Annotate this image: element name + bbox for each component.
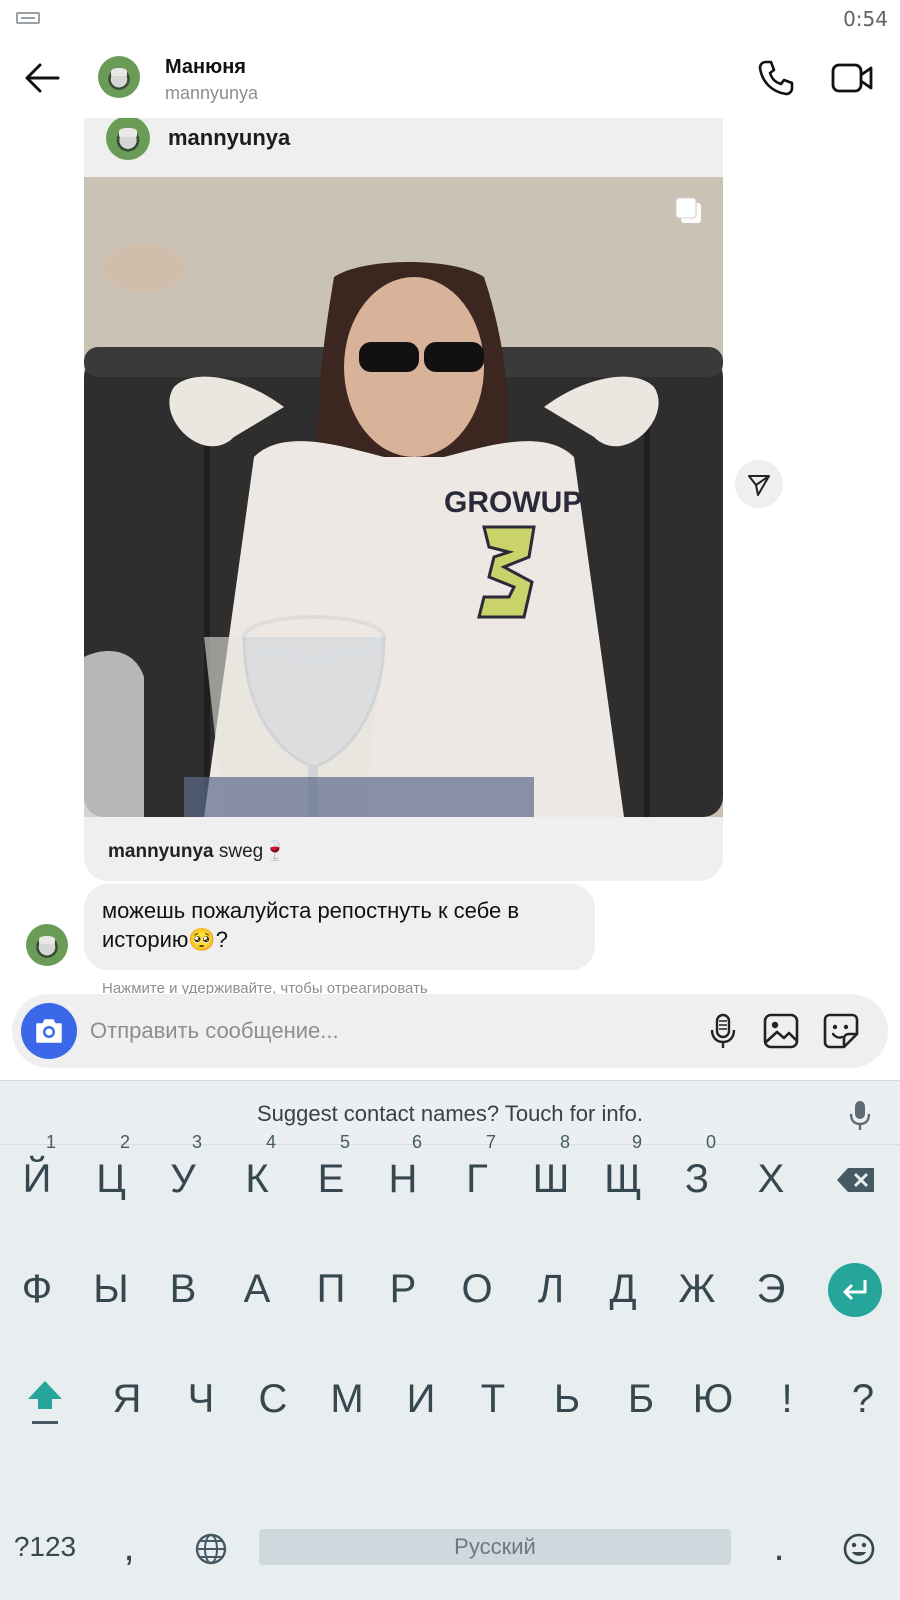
status-clock: 0:54 — [843, 7, 888, 31]
key-row1-5[interactable]: Е5 — [294, 1129, 368, 1229]
post-author-name: mannyunya — [168, 125, 291, 150]
globe-icon — [195, 1533, 227, 1565]
key-row2-1[interactable]: Ф — [0, 1239, 74, 1339]
key-row2-10[interactable]: Ж — [660, 1239, 734, 1339]
emoji-key[interactable] — [822, 1497, 896, 1597]
post-photo-illustration: GROWUP — [84, 177, 723, 817]
voice-message-button[interactable] — [704, 1012, 742, 1050]
post-header[interactable]: mannyunya — [84, 118, 723, 177]
post-caption-box: mannyunya sweg🍷 — [84, 817, 723, 881]
key-row3-8[interactable]: Б — [604, 1349, 678, 1449]
post-caption-text: sweg🍷 — [218, 841, 287, 862]
on-screen-keyboard: Suggest contact names? Touch for info. Й… — [0, 1080, 900, 1600]
backspace-icon — [837, 1168, 874, 1192]
key-row3-7[interactable]: Ь — [530, 1349, 604, 1449]
key-row1-4[interactable]: К4 — [220, 1129, 294, 1229]
video-call-button[interactable] — [830, 58, 874, 98]
symbols-key[interactable]: ?123 — [8, 1497, 82, 1597]
period-key[interactable]: . — [742, 1497, 816, 1597]
key-row1-11[interactable]: Х — [734, 1129, 808, 1229]
key-row3-6[interactable]: Т — [456, 1349, 530, 1449]
key-row1-2[interactable]: Ц2 — [74, 1129, 148, 1229]
space-key[interactable]: Русский — [259, 1529, 731, 1565]
chat-header: Манюня mannyunya — [0, 40, 900, 118]
sticker-button[interactable] — [822, 1012, 860, 1050]
post-caption-user: mannyunya — [108, 841, 214, 862]
key-row1-9[interactable]: Щ9 — [586, 1129, 660, 1229]
key-row2-2[interactable]: Ы — [74, 1239, 148, 1339]
camera-icon — [36, 1019, 62, 1043]
key-row2-6[interactable]: Р — [366, 1239, 440, 1339]
contact-username[interactable]: mannyunya — [165, 83, 258, 104]
key-row3-2[interactable]: Ч — [164, 1349, 238, 1449]
language-key[interactable] — [174, 1497, 248, 1597]
key-row1-8[interactable]: Ш8 — [514, 1129, 588, 1229]
shift-key[interactable] — [8, 1349, 82, 1449]
share-icon — [748, 475, 770, 496]
message-input[interactable] — [90, 1014, 670, 1048]
suggestion-text[interactable]: Suggest contact names? Touch for info. — [0, 1101, 900, 1127]
key-row2-5[interactable]: П — [294, 1239, 368, 1339]
reaction-hint: Нажмите и удерживайте, чтобы отреагирова… — [102, 980, 428, 994]
audio-call-button[interactable] — [756, 58, 796, 98]
key-row2-11[interactable]: Э — [734, 1239, 808, 1339]
emoji-icon — [843, 1533, 875, 1565]
enter-key[interactable] — [818, 1239, 892, 1339]
key-row1-3[interactable]: У3 — [146, 1129, 220, 1229]
key-row1-7[interactable]: Г7 — [440, 1129, 514, 1229]
sticker-icon — [823, 1013, 859, 1049]
message-composer — [12, 994, 888, 1068]
post-author-avatar — [106, 118, 150, 160]
key-row2-8[interactable]: Л — [514, 1239, 588, 1339]
gallery-icon — [763, 1013, 799, 1049]
post-caption: mannyunya sweg🍷 — [108, 839, 287, 863]
key-row3-9[interactable]: Ю — [676, 1349, 750, 1449]
chat-thread[interactable]: mannyunya GROWUP mannyunya sweg🍷 можешь … — [0, 118, 900, 994]
video-camera-icon — [831, 63, 873, 93]
backspace-key[interactable] — [818, 1129, 892, 1229]
back-arrow-icon — [25, 63, 60, 93]
contact-avatar[interactable] — [98, 56, 140, 98]
back-button[interactable] — [22, 58, 62, 98]
key-row3-4[interactable]: М — [310, 1349, 384, 1449]
key-row1-1[interactable]: Й1 — [0, 1129, 74, 1229]
key-row1-6[interactable]: Н6 — [366, 1129, 440, 1229]
microphone-icon — [710, 1013, 736, 1048]
key-row2-3[interactable]: В — [146, 1239, 220, 1339]
key-row2-4[interactable]: А — [220, 1239, 294, 1339]
multiple-photos-icon — [675, 197, 701, 223]
camera-button[interactable] — [21, 1003, 77, 1059]
key-row3-3[interactable]: С — [236, 1349, 310, 1449]
key-row3-10[interactable]: ! — [750, 1349, 824, 1449]
shared-post[interactable]: mannyunya GROWUP mannyunya sweg🍷 — [84, 118, 723, 994]
post-photo[interactable]: GROWUP — [84, 177, 723, 817]
enter-icon — [843, 1280, 867, 1301]
key-row2-7[interactable]: О — [440, 1239, 514, 1339]
keyboard-indicator-icon — [16, 12, 40, 24]
comma-key[interactable]: , — [92, 1497, 166, 1597]
gallery-button[interactable] — [762, 1012, 800, 1050]
shift-arrow-icon — [28, 1381, 62, 1424]
message-bubble[interactable]: можешь пожалуйста репостнуть к себе в ис… — [84, 884, 595, 970]
keyboard-mic-icon[interactable] — [846, 1099, 874, 1131]
key-row3-5[interactable]: И — [384, 1349, 458, 1449]
status-bar: 0:54 — [0, 0, 900, 36]
key-row1-10[interactable]: З0 — [660, 1129, 734, 1229]
svg-text:GROWUP: GROWUP — [444, 486, 582, 519]
key-row3-1[interactable]: Я — [90, 1349, 164, 1449]
sender-avatar[interactable] — [26, 924, 68, 966]
key-row2-9[interactable]: Д — [586, 1239, 660, 1339]
phone-icon — [758, 60, 794, 96]
contact-name[interactable]: Манюня — [165, 56, 246, 79]
share-post-button[interactable] — [735, 460, 783, 508]
key-row3-11[interactable]: ? — [826, 1349, 900, 1449]
